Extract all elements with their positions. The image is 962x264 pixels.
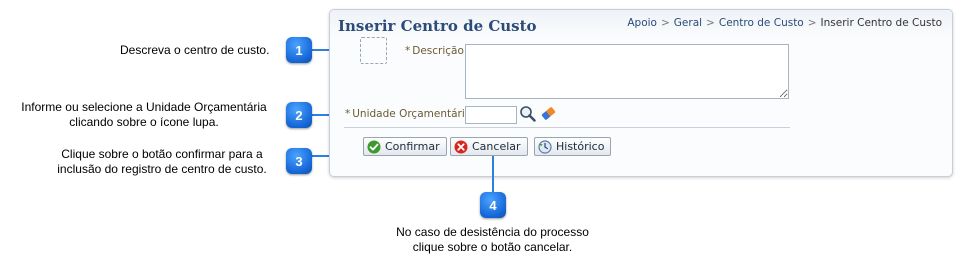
panel-header: Inserir Centro de Custo Apoio > Geral > Cent… [330,10,952,38]
breadcrumb-apoio[interactable]: Apoio [627,17,657,29]
cancel-icon [454,140,468,154]
descricao-textarea[interactable] [465,44,789,99]
callout-4-line-2: clique sobre o botão cancelar. [412,240,573,254]
eraser-icon[interactable] [540,105,557,125]
callout-2-badge: 2 [286,102,312,128]
callout-1-text: Descreva o centro de custo. [120,43,269,58]
descricao-label-text: Descrição [412,45,464,57]
breadcrumb-separator: > [660,17,670,29]
history-button-label: Histórico [556,140,605,153]
page-title: Inserir Centro de Custo [338,17,537,35]
insert-cost-center-panel: Inserir Centro de Custo Apoio > Geral > Cent… [329,9,953,177]
callout-2-line-1: Informe ou selecione a Unidade Orçamentá… [21,100,267,114]
unidade-label-text: Unidade Orçamentária [352,108,472,120]
cancel-button-label: Cancelar [472,140,521,153]
breadcrumb-separator: > [807,17,817,29]
breadcrumb-centro-de-custo[interactable]: Centro de Custo [719,17,804,29]
callout-3-line-1: Clique sobre o botão confirmar para a [61,147,263,161]
unidade-label: * Unidade Orçamentária [345,108,471,120]
required-marker: * [345,108,351,120]
history-button[interactable]: Histórico [534,137,612,156]
search-icon[interactable] [519,105,536,125]
breadcrumb-current: Inserir Centro de Custo [820,17,942,29]
cancel-button[interactable]: Cancelar [450,137,528,156]
descricao-label: * Descrição [405,45,464,57]
confirm-button[interactable]: Confirmar [363,137,447,156]
confirm-button-label: Confirmar [385,140,440,153]
breadcrumb: Apoio > Geral > Centro de Custo > Inserir Cent… [627,17,942,29]
callout-4-line-1: No caso de desistência do processo [396,225,589,239]
callout-2-text: Informe ou selecione a Unidade Orçamentá… [12,100,276,130]
callout-1-line-1: Descreva o centro de custo. [120,43,270,57]
callout-3-text: Clique sobre o botão confirmar para a in… [44,147,280,177]
highlight-placeholder [360,37,387,64]
callout-3-badge: 3 [286,148,312,174]
callout-2-line-2: clicando sobre o ícone lupa. [69,115,219,129]
callout-3-line-2: inclusão do registro de centro de custo. [57,162,267,176]
unidade-orcamentaria-input[interactable] [465,106,517,124]
callout-4-connector [492,156,494,192]
callout-1-badge: 1 [286,37,312,63]
check-icon [367,140,381,154]
required-marker: * [405,45,411,57]
history-icon [538,139,552,154]
form-divider [344,127,790,128]
breadcrumb-geral[interactable]: Geral [674,17,702,29]
breadcrumb-separator: > [706,17,715,29]
callout-4-badge: 4 [480,192,506,218]
callout-4-text: No caso de desistência do processo cliqu… [370,225,615,255]
